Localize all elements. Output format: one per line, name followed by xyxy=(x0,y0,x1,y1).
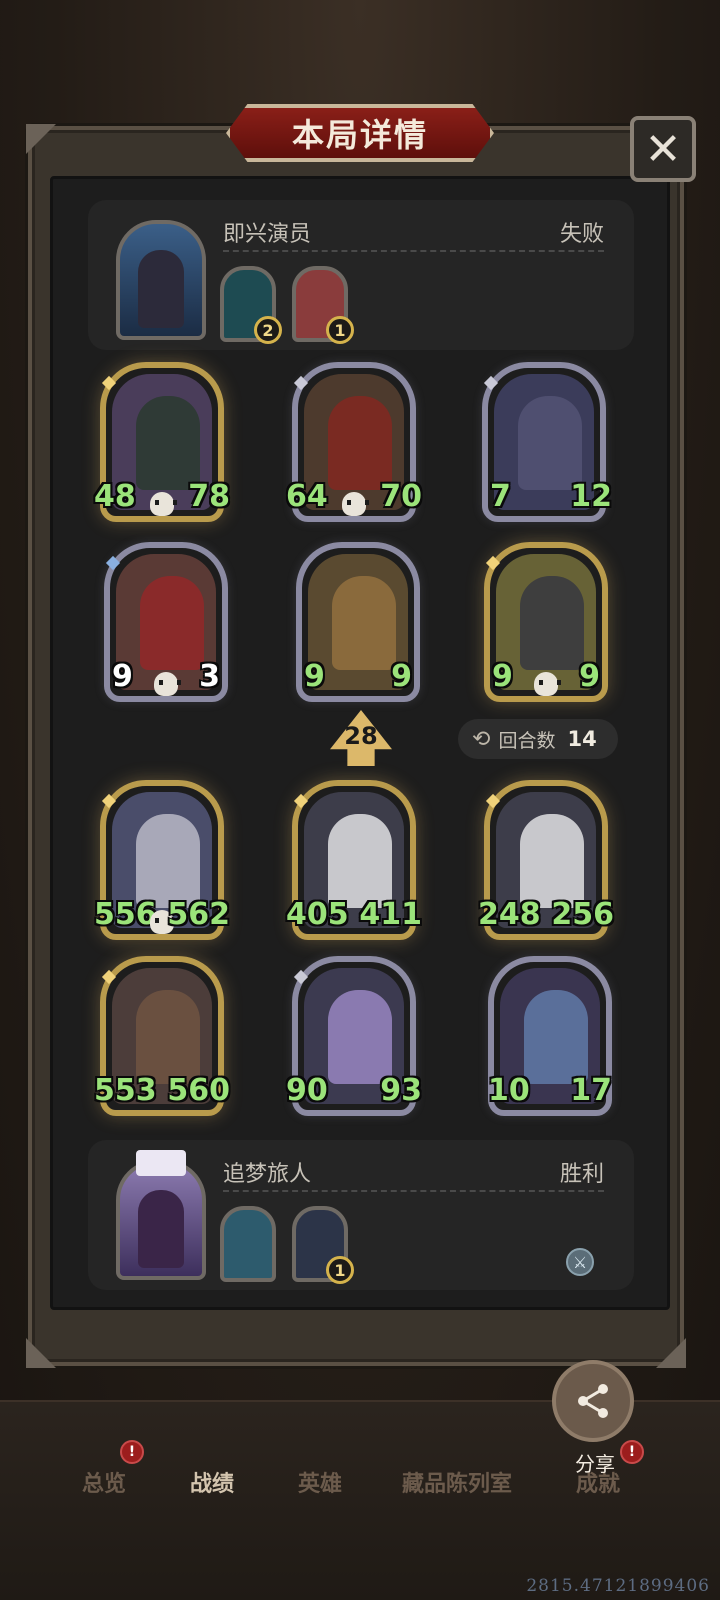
round-value: 14 xyxy=(567,727,597,751)
frame-corner xyxy=(656,1338,686,1368)
health-value: 17 xyxy=(570,1073,612,1108)
health-value: 93 xyxy=(380,1073,422,1108)
skull-icon xyxy=(534,672,561,696)
attack-value: 9 xyxy=(112,659,133,694)
attack-value: 9 xyxy=(492,659,513,694)
share-button[interactable] xyxy=(552,1360,634,1442)
attack-value: 9 xyxy=(304,659,325,694)
nav-label: 藏品陈列室 xyxy=(402,1472,513,1497)
repeat-icon: ⟲ xyxy=(472,726,491,752)
player-hero-portrait[interactable] xyxy=(116,1150,206,1280)
round-label: 回合数 xyxy=(498,729,556,752)
attack-value: 248 xyxy=(478,897,541,932)
attack-value: 90 xyxy=(286,1073,328,1108)
skull-icon xyxy=(150,492,177,516)
frame-corner xyxy=(26,124,56,154)
trinket-slot[interactable] xyxy=(220,1206,276,1282)
card-figure xyxy=(328,814,392,908)
attack-value: 64 xyxy=(286,479,328,514)
health-value: 560 xyxy=(167,1073,230,1108)
opponent-panel: 即兴演员 失败 2 1 xyxy=(88,200,634,350)
skull-icon xyxy=(154,672,181,696)
trinket-count-badge: 1 xyxy=(326,316,354,344)
minion-card[interactable]: 90 93 xyxy=(286,956,422,1116)
attack-value: 553 xyxy=(94,1073,157,1108)
round-counter: ⟲ 回合数 14 xyxy=(458,719,618,759)
opponent-result: 失败 xyxy=(559,222,604,247)
frame-corner xyxy=(26,1338,56,1368)
player-result: 胜利 xyxy=(559,1162,604,1187)
minion-card[interactable]: 9 3 xyxy=(104,542,228,702)
card-figure xyxy=(332,576,396,670)
health-value: 562 xyxy=(167,897,230,932)
top-hat xyxy=(136,1150,186,1176)
minion-card[interactable]: 556 562 xyxy=(94,780,230,940)
card-figure xyxy=(524,990,588,1084)
close-button[interactable]: ✕ xyxy=(630,116,696,182)
nav-label: 战绩 xyxy=(190,1472,235,1497)
health-value: 78 xyxy=(188,479,230,514)
share-icon xyxy=(578,1384,608,1418)
nav-tab-overview[interactable]: 总览 xyxy=(82,1466,126,1498)
health-value: 12 xyxy=(570,479,612,514)
card-figure xyxy=(136,396,200,490)
attack-value: 556 xyxy=(94,897,157,932)
close-icon: ✕ xyxy=(644,123,682,175)
card-figure xyxy=(520,576,584,670)
opponent-name: 即兴演员 xyxy=(223,222,312,247)
card-figure xyxy=(140,576,204,670)
share-label: 分享 xyxy=(575,1452,615,1476)
divider xyxy=(223,250,604,252)
minion-card[interactable]: 48 78 xyxy=(94,362,230,522)
skull-icon xyxy=(342,492,369,516)
nav-tab-records[interactable]: 战绩 xyxy=(190,1466,234,1498)
trinket-count-badge: 2 xyxy=(254,316,282,344)
nav-label: 英雄 xyxy=(298,1472,343,1497)
card-figure xyxy=(136,814,200,908)
card-figure xyxy=(520,814,584,908)
attack-value: 48 xyxy=(94,479,136,514)
minion-card[interactable]: 7 12 xyxy=(482,362,612,522)
health-value: 256 xyxy=(551,897,614,932)
health-value: 9 xyxy=(579,659,600,694)
notification-badge: ! xyxy=(120,1440,144,1464)
attack-value: 405 xyxy=(286,897,349,932)
trinket-slot[interactable]: 1 xyxy=(292,266,354,344)
minion-card[interactable]: 64 70 xyxy=(286,362,422,522)
title-banner: 本局详情 xyxy=(226,104,494,162)
nav-tab-collection[interactable]: 藏品陈列室 xyxy=(402,1466,512,1498)
debug-coordinates: 2815.47121899406 xyxy=(526,1576,710,1596)
health-value: 9 xyxy=(391,659,412,694)
card-figure xyxy=(328,990,392,1084)
divider xyxy=(223,1190,604,1192)
card-figure xyxy=(518,396,582,490)
minion-card[interactable]: 9 9 xyxy=(296,542,420,702)
card-figure xyxy=(136,990,200,1084)
modal-title: 本局详情 xyxy=(291,116,428,154)
card-figure xyxy=(328,396,392,490)
nav-label: 总览 xyxy=(82,1472,127,1497)
attack-value: 10 xyxy=(488,1073,530,1108)
minion-card[interactable]: 553 560 xyxy=(94,956,230,1116)
player-panel: 追梦旅人 胜利 1 ⚔ xyxy=(88,1140,634,1290)
trinket-slot[interactable]: 2 xyxy=(220,266,282,344)
minion-card[interactable]: 10 17 xyxy=(488,956,612,1116)
attack-value: 7 xyxy=(490,479,511,514)
hero-figure xyxy=(138,250,184,328)
trinket-slot[interactable]: 1 xyxy=(292,1206,354,1284)
trinket-count-badge: 1 xyxy=(326,1256,354,1284)
damage-value: 28 xyxy=(344,722,378,750)
nav-tab-heroes[interactable]: 英雄 xyxy=(298,1466,342,1498)
hero-figure xyxy=(138,1190,184,1268)
sword-icon: ⚔ xyxy=(566,1248,594,1276)
health-value: 3 xyxy=(199,659,220,694)
minion-card[interactable]: 248 256 xyxy=(478,780,614,940)
minion-card[interactable]: 405 411 xyxy=(286,780,422,940)
opponent-hero-portrait[interactable] xyxy=(116,220,206,340)
health-value: 411 xyxy=(359,897,422,932)
health-value: 70 xyxy=(380,479,422,514)
player-name: 追梦旅人 xyxy=(223,1162,312,1187)
minion-card[interactable]: 9 9 xyxy=(484,542,608,702)
